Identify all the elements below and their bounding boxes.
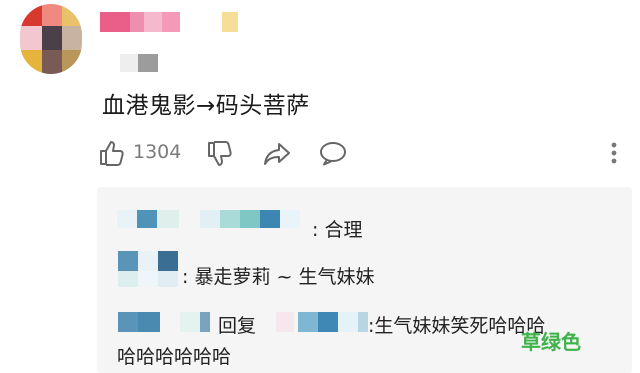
reply-text: : 合理 [312, 219, 363, 241]
reply-text: : 暴走萝莉 ~ 生气妹妹 [182, 266, 375, 288]
more-vertical-icon [611, 142, 617, 164]
avatar[interactable] [20, 4, 82, 74]
reply-text-continuation: 哈哈哈哈哈哈 [117, 346, 232, 368]
thumbs-up-icon [100, 141, 124, 166]
more-button[interactable] [606, 141, 622, 167]
reply-text: :生气妹妹笑死哈哈哈 [368, 315, 546, 337]
reply-word: 回复 [218, 315, 257, 337]
share-icon [264, 143, 290, 165]
like-button[interactable] [98, 139, 126, 167]
dislike-button[interactable] [206, 140, 234, 168]
comment-bubble-icon [320, 142, 346, 166]
reply-button[interactable] [318, 140, 348, 168]
thumbs-down-icon [208, 141, 232, 166]
watermark: 草绿色 [521, 330, 581, 354]
like-count: 1304 [133, 141, 182, 163]
share-button[interactable] [262, 140, 292, 168]
comment-text: 血港鬼影→码头菩萨 [102, 93, 310, 119]
